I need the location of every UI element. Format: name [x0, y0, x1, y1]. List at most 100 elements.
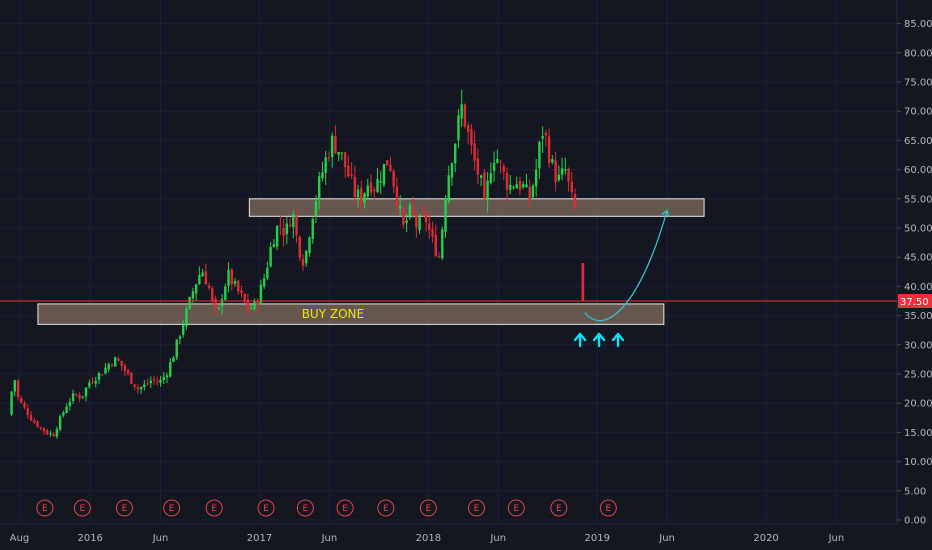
candle-down — [207, 285, 211, 289]
time-axis-label: 2019 — [585, 533, 610, 544]
candle-up — [441, 229, 444, 259]
earnings-marker-label: E — [426, 504, 432, 514]
candle-up — [49, 433, 52, 435]
candle-down — [42, 427, 46, 432]
candle-up — [292, 214, 295, 228]
candle-down — [415, 215, 418, 228]
candle-up — [139, 387, 143, 390]
candle-up — [217, 307, 221, 309]
candle-up — [165, 375, 169, 378]
candle-down — [295, 216, 298, 236]
candle-up — [175, 339, 178, 358]
candle-up — [227, 269, 230, 286]
price-axis-label: 20.00 — [904, 399, 932, 410]
candle-down — [133, 384, 136, 387]
candle-up — [285, 223, 289, 235]
upper-resistance-zone — [248, 198, 705, 217]
candle-up — [253, 300, 256, 309]
candle-up — [266, 267, 269, 279]
candle-down — [350, 174, 353, 176]
price-axis-label: 85.00 — [904, 19, 932, 30]
candle-up — [188, 297, 191, 309]
candle-up — [194, 284, 198, 294]
price-axis-label: 70.00 — [904, 107, 932, 118]
candle-down — [528, 186, 531, 201]
candle-down — [567, 168, 570, 182]
candle-down — [360, 187, 363, 204]
candle-up — [201, 272, 204, 277]
candle-up — [398, 205, 402, 209]
buy-zone-label: BUY ZONE — [302, 307, 364, 321]
time-axis-label: Jun — [321, 533, 338, 544]
candle-down — [136, 387, 140, 390]
candle-down — [570, 181, 573, 193]
earnings-marker-label: E — [80, 504, 86, 514]
earnings-marker-label: E — [605, 504, 611, 514]
price-axis-label: 80.00 — [904, 48, 932, 59]
candle-down — [424, 212, 428, 223]
candle-down — [395, 186, 399, 208]
time-axis-label: Aug — [10, 533, 30, 544]
candle-up — [62, 412, 65, 416]
candle-up — [113, 357, 117, 367]
candle-down — [23, 403, 26, 408]
candle-down — [240, 290, 243, 294]
price-axis-label: 5.00 — [904, 486, 926, 497]
candle-up — [88, 382, 91, 387]
candle-up — [269, 247, 272, 267]
price-axis-label: 60.00 — [904, 165, 932, 176]
candle-down — [476, 158, 480, 175]
earnings-marker-label: E — [211, 504, 217, 514]
candle-down — [120, 360, 123, 367]
candle-down — [279, 224, 282, 226]
candle-up — [450, 163, 454, 178]
candle-down — [411, 205, 415, 214]
candle-down — [156, 381, 159, 383]
candle-down — [434, 234, 437, 256]
candle-down — [237, 280, 240, 292]
candle-down — [26, 408, 29, 415]
candle-down — [369, 182, 373, 193]
candle-down — [389, 164, 392, 171]
price-axis-label: 15.00 — [904, 428, 932, 439]
candle-down — [402, 208, 405, 225]
candle-up — [169, 362, 172, 377]
time-axis-label: Jun — [489, 533, 506, 544]
candle-up — [321, 172, 324, 179]
candle-up — [198, 274, 201, 285]
price-axis-label: 75.00 — [904, 78, 932, 89]
candle-up — [366, 185, 369, 197]
candle-up — [492, 162, 496, 171]
candle-down — [499, 161, 502, 163]
candle-down — [29, 414, 33, 421]
earnings-marker-label: E — [383, 504, 389, 514]
candle-down — [39, 427, 42, 429]
candle-up — [564, 168, 567, 171]
candle-up — [444, 198, 447, 232]
candle-down — [466, 125, 470, 133]
candle-up — [13, 380, 17, 392]
candle-up — [496, 158, 499, 163]
candle-down — [256, 301, 259, 305]
candle-down — [78, 395, 81, 399]
candle-up — [272, 244, 276, 248]
earnings-marker-label: E — [474, 504, 480, 514]
candle-down — [126, 370, 130, 374]
candle-up — [551, 159, 554, 163]
current-price-tag: 37.50 — [898, 294, 932, 308]
candle-down — [211, 288, 214, 301]
candle-up — [538, 142, 541, 169]
candle-up — [534, 169, 538, 187]
price-axis-label: 40.00 — [904, 282, 932, 293]
earnings-marker-label: E — [263, 504, 269, 514]
candle-up — [104, 367, 107, 374]
candle-up — [454, 144, 457, 164]
price-axis-label: 35.00 — [904, 311, 932, 322]
candle-down — [343, 152, 347, 167]
candle-down — [327, 157, 331, 159]
candle-down — [547, 136, 551, 163]
candle-up — [447, 175, 450, 202]
candle-up — [457, 115, 460, 141]
candle-up — [220, 299, 224, 307]
price-axis-label: 45.00 — [904, 253, 932, 264]
